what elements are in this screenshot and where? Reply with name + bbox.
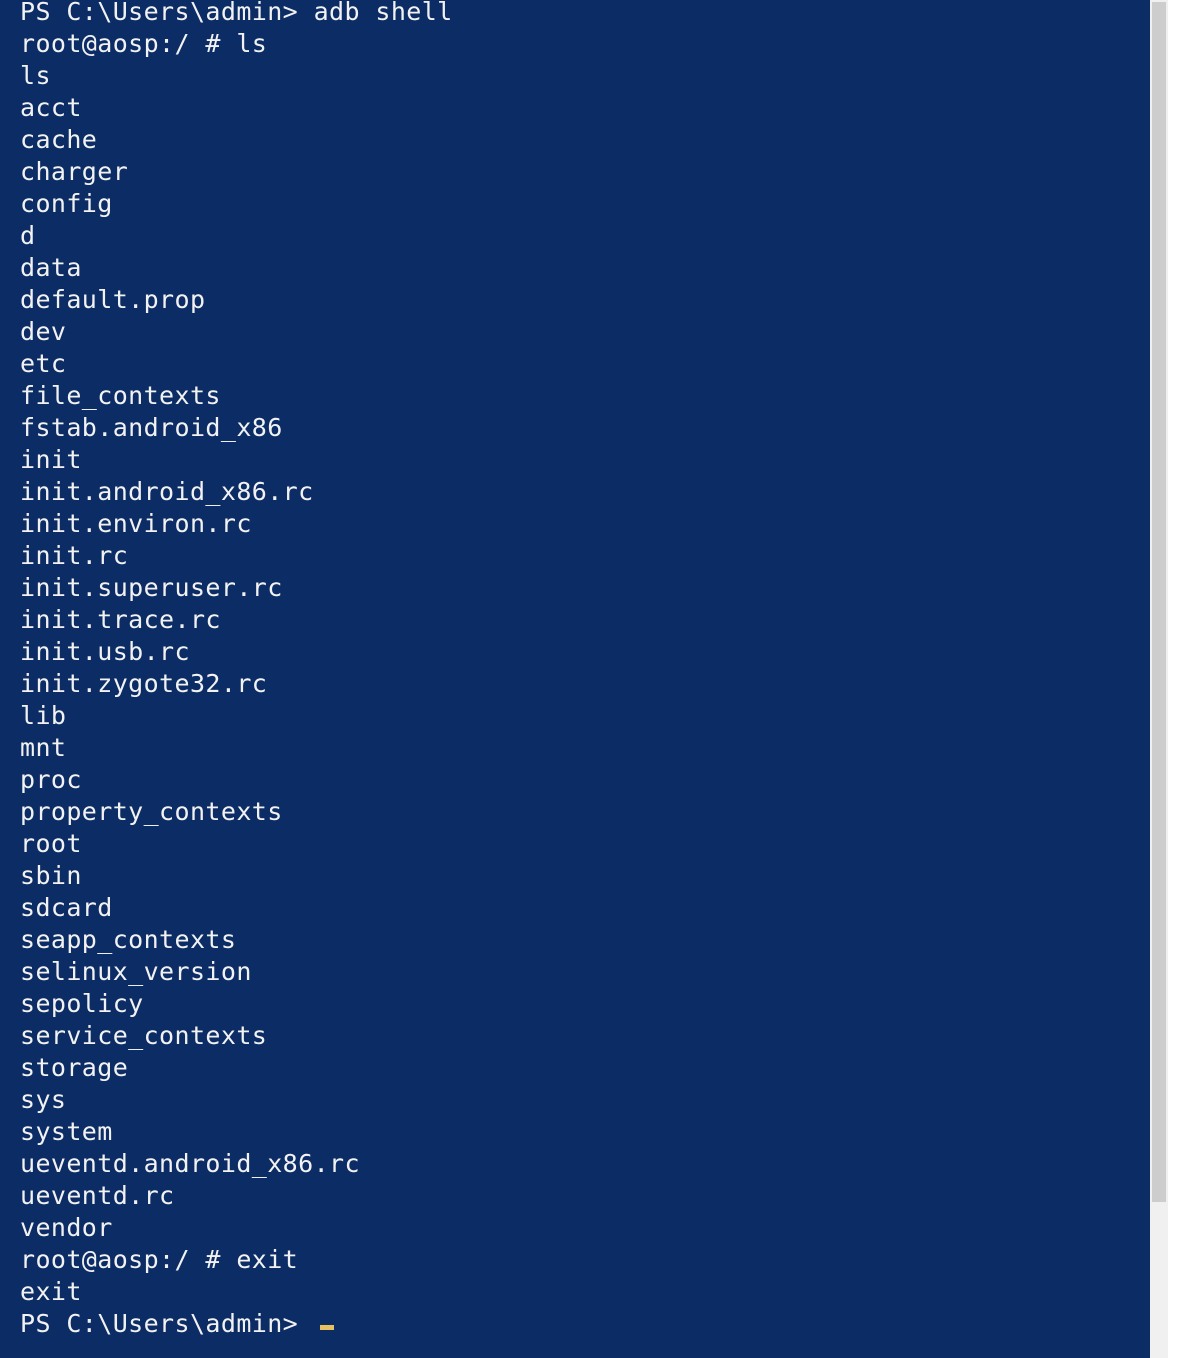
terminal-line: storage (20, 1053, 129, 1082)
terminal-line: dev (20, 317, 67, 346)
terminal-line: lib (20, 701, 67, 730)
terminal-line: cache (20, 125, 98, 154)
scrollbar-thumb[interactable] (1152, 2, 1166, 1202)
terminal-line: PS C:\Users\admin> adb shell (20, 0, 453, 26)
terminal-line: init.usb.rc (20, 637, 190, 666)
terminal-line: PS C:\Users\admin> (20, 1308, 1140, 1340)
terminal-line: sdcard (20, 893, 113, 922)
terminal-line: init.rc (20, 541, 129, 570)
terminal-line: init.environ.rc (20, 509, 252, 538)
terminal-line: seapp_contexts (20, 925, 237, 954)
terminal-line: mnt (20, 733, 67, 762)
terminal-line: system (20, 1117, 113, 1146)
terminal-line: init.android_x86.rc (20, 477, 314, 506)
terminal-line: fstab.android_x86 (20, 413, 283, 442)
terminal-output: PS C:\Users\admin> adb shell root@aosp:/ … (20, 0, 1140, 1340)
terminal-line: data (20, 253, 82, 282)
terminal-line: acct (20, 93, 82, 122)
terminal-line: sbin (20, 861, 82, 890)
text-cursor (319, 1325, 334, 1330)
terminal-line: service_contexts (20, 1021, 268, 1050)
terminal-line: sepolicy (20, 989, 144, 1018)
terminal-line: init.trace.rc (20, 605, 221, 634)
terminal-line: init.zygote32.rc (20, 669, 268, 698)
terminal-line: init (20, 445, 82, 474)
terminal-line: init.superuser.rc (20, 573, 283, 602)
terminal-line: exit (20, 1277, 82, 1306)
terminal-line: charger (20, 157, 129, 186)
terminal-line: vendor (20, 1213, 113, 1242)
terminal-line: ueventd.rc (20, 1181, 175, 1210)
terminal-line: d (20, 221, 36, 250)
terminal-line: default.prop (20, 285, 206, 314)
terminal-line: ueventd.android_x86.rc (20, 1149, 360, 1178)
terminal-line: selinux_version (20, 957, 252, 986)
terminal-window[interactable]: PS C:\Users\admin> adb shell root@aosp:/ … (0, 0, 1150, 1358)
terminal-line: etc (20, 349, 67, 378)
terminal-line: property_contexts (20, 797, 283, 826)
terminal-line: root@aosp:/ # ls (20, 29, 268, 58)
terminal-line: file_contexts (20, 381, 221, 410)
terminal-line: ls (20, 61, 51, 90)
terminal-line: root@aosp:/ # exit (20, 1245, 299, 1274)
terminal-line: root (20, 829, 82, 858)
terminal-line: proc (20, 765, 82, 794)
vertical-scrollbar[interactable] (1150, 0, 1168, 1358)
terminal-line: config (20, 189, 113, 218)
window-right-gutter (1150, 0, 1198, 1358)
terminal-line: sys (20, 1085, 67, 1114)
